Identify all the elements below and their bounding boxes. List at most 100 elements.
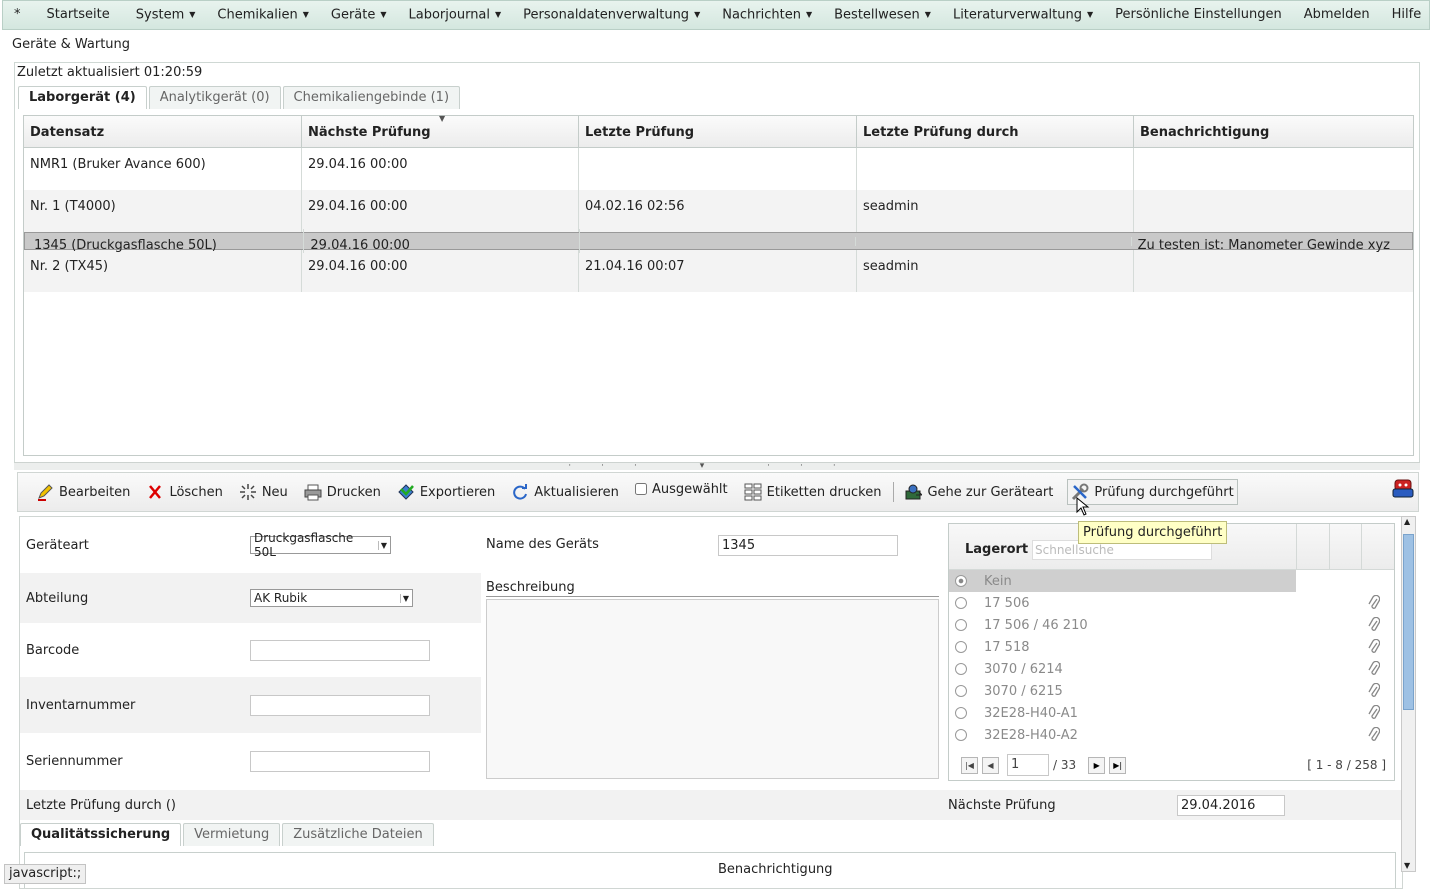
paperclip-icon[interactable] xyxy=(1368,704,1381,725)
paperclip-icon[interactable] xyxy=(1368,638,1381,659)
table-cell: 29.04.16 00:00 xyxy=(302,148,579,190)
last-page-button[interactable]: ▶| xyxy=(1109,756,1127,774)
next-page-button[interactable]: ▶ xyxy=(1088,756,1106,774)
radio-button[interactable] xyxy=(955,707,967,719)
chevron-down-icon: ▼ xyxy=(694,10,701,19)
export-button[interactable]: Exportieren xyxy=(395,479,497,505)
tab-laborgeraet[interactable]: Laborgerät (4) xyxy=(18,86,147,109)
column-divider xyxy=(1361,524,1362,570)
robot-icon[interactable] xyxy=(1392,477,1414,503)
menu-geraete[interactable]: Geräte ▼ xyxy=(320,0,398,30)
paperclip-icon[interactable] xyxy=(1368,616,1381,637)
barcode-field[interactable] xyxy=(250,639,430,661)
device-grid: Datensatz ▼ Nächste Prüfung Letzte Prüfun… xyxy=(23,114,1414,456)
chevron-down-icon: ▼ xyxy=(302,10,309,19)
panel-splitter-handle[interactable]: ··· ▾ ··· xyxy=(14,462,1420,471)
list-item[interactable]: 17 518 xyxy=(949,636,1394,658)
serial-number-field[interactable] xyxy=(250,750,430,772)
table-cell xyxy=(1134,190,1413,232)
paperclip-icon[interactable] xyxy=(1368,726,1381,747)
menu-star[interactable]: * xyxy=(3,0,32,30)
prev-page-button[interactable]: ◀ xyxy=(982,756,999,774)
table-row[interactable]: Nr. 1 (T4000) 29.04.16 00:00 04.02.16 02… xyxy=(24,190,1413,232)
print-labels-button[interactable]: Etiketten drucken xyxy=(742,479,884,505)
menu-literaturverwaltung[interactable]: Literaturverwaltung ▼ xyxy=(942,0,1104,30)
table-cell xyxy=(856,236,1132,246)
tab-chemikaliengebinde[interactable]: Chemikaliengebinde (1) xyxy=(282,86,461,109)
department-select[interactable]: AK Rubik ▼ xyxy=(250,589,413,607)
page-number-input[interactable]: 1 xyxy=(1007,754,1049,776)
radio-button[interactable] xyxy=(955,729,967,741)
tooltip: Prüfung durchgeführt xyxy=(1078,521,1228,544)
print-button[interactable]: Drucken xyxy=(302,479,383,505)
column-header-datensatz[interactable]: Datensatz xyxy=(24,116,302,147)
tab-zusaetzliche-dateien[interactable]: Zusätzliche Dateien xyxy=(282,823,434,846)
menu-personaldatenverwaltung[interactable]: Personaldatenverwaltung ▼ xyxy=(512,0,711,30)
scroll-down-icon[interactable]: ▼ xyxy=(1404,861,1410,870)
storage-location-panel: Lagerort Schnellsuche Kein 17 506 17 506… xyxy=(948,523,1395,781)
table-cell xyxy=(1134,250,1413,292)
sort-desc-icon: ▼ xyxy=(439,114,446,123)
refresh-button[interactable]: Aktualisieren xyxy=(509,479,621,505)
radio-button[interactable] xyxy=(955,597,967,609)
list-item[interactable]: 17 506 / 46 210 xyxy=(949,614,1394,636)
paperclip-icon[interactable] xyxy=(1368,682,1381,703)
selected-checkbox[interactable] xyxy=(634,483,647,495)
menu-system[interactable]: System ▼ xyxy=(125,0,207,30)
menu-persoenliche-einstellungen[interactable]: Persönliche Einstellungen xyxy=(1104,0,1293,30)
radio-button[interactable] xyxy=(955,619,967,631)
chevron-down-icon: ▼ xyxy=(924,10,931,19)
device-type-select[interactable]: Druckgasflasche 50L ▼ xyxy=(250,531,391,559)
first-page-button[interactable]: |◀ xyxy=(961,756,978,774)
list-item[interactable]: 17 506 xyxy=(949,592,1394,614)
radio-button[interactable] xyxy=(955,685,967,697)
vertical-scrollbar[interactable]: ▲ ▼ xyxy=(1401,516,1416,872)
list-item[interactable]: 3070 / 6214 xyxy=(949,658,1394,680)
paperclip-icon[interactable] xyxy=(1368,594,1381,615)
device-name-field[interactable]: 1345 xyxy=(718,535,898,556)
menu-laborjournal[interactable]: Laborjournal ▼ xyxy=(398,0,513,30)
list-item[interactable]: 32E28-H40-A1 xyxy=(949,702,1394,724)
menu-bestellwesen[interactable]: Bestellwesen ▼ xyxy=(823,0,942,30)
tab-qualitaetssicherung[interactable]: Qualitätssicherung xyxy=(20,823,182,846)
chevron-down-icon: ▼ xyxy=(377,540,387,550)
scrollbar-thumb[interactable] xyxy=(1403,534,1414,710)
inventory-number-field[interactable] xyxy=(250,694,430,716)
list-item[interactable]: 3070 / 6215 xyxy=(949,680,1394,702)
column-header-letzte-pruefung-durch[interactable]: Letzte Prüfung durch xyxy=(857,116,1134,147)
radio-button[interactable] xyxy=(955,663,967,675)
radio-button[interactable] xyxy=(955,575,967,587)
new-button[interactable]: Neu xyxy=(237,479,290,505)
list-item[interactable]: Kein xyxy=(949,570,1296,592)
status-bar: javascript:; xyxy=(4,864,87,884)
table-row[interactable]: Nr. 2 (TX45) 29.04.16 00:00 21.04.16 00:… xyxy=(24,250,1413,292)
column-header-naechste-pruefung[interactable]: ▼ Nächste Prüfung xyxy=(302,114,579,147)
description-textarea[interactable] xyxy=(486,599,939,779)
selected-checkbox-group[interactable]: Ausgewählt xyxy=(633,476,730,502)
export-icon xyxy=(397,483,415,501)
column-header-letzte-pruefung[interactable]: Letzte Prüfung xyxy=(579,116,857,147)
list-item[interactable]: 32E28-H40-A2 xyxy=(949,724,1394,746)
radio-button[interactable] xyxy=(955,641,967,653)
paperclip-icon[interactable] xyxy=(1368,660,1381,681)
table-row-selected[interactable]: 1345 (Druckgasflasche 50L) 29.04.16 00:0… xyxy=(24,229,1413,253)
table-cell: Nr. 2 (TX45) xyxy=(24,250,302,292)
form-label: Barcode xyxy=(26,642,80,658)
table-row[interactable]: NMR1 (Bruker Avance 600) 29.04.16 00:00 xyxy=(24,148,1413,190)
column-header-benachrichtigung[interactable]: Benachrichtigung xyxy=(1134,116,1413,147)
scroll-up-icon[interactable]: ▲ xyxy=(1404,517,1410,526)
menu-abmelden[interactable]: Abmelden xyxy=(1293,0,1381,30)
tab-analytikgeraet[interactable]: Analytikgerät (0) xyxy=(148,86,281,109)
menu-startseite[interactable]: Startseite xyxy=(36,0,121,30)
tab-vermietung[interactable]: Vermietung xyxy=(183,823,281,846)
edit-button[interactable]: Bearbeiten xyxy=(34,479,132,505)
goto-device-type-button[interactable]: Gehe zur Geräteart xyxy=(902,479,1055,505)
form-row-geraeteart: Geräteart Druckgasflasche 50L ▼ xyxy=(20,517,481,573)
test-done-button[interactable]: Prüfung durchgeführt xyxy=(1067,479,1238,505)
menu-hilfe[interactable]: Hilfe xyxy=(1381,0,1433,30)
menu-nachrichten[interactable]: Nachrichten ▼ xyxy=(711,0,823,30)
next-test-date-field[interactable]: 29.04.2016 xyxy=(1177,795,1285,816)
menu-chemikalien[interactable]: Chemikalien ▼ xyxy=(206,0,319,30)
delete-button[interactable]: Löschen xyxy=(144,479,224,505)
chevron-down-icon: ▼ xyxy=(805,10,813,19)
